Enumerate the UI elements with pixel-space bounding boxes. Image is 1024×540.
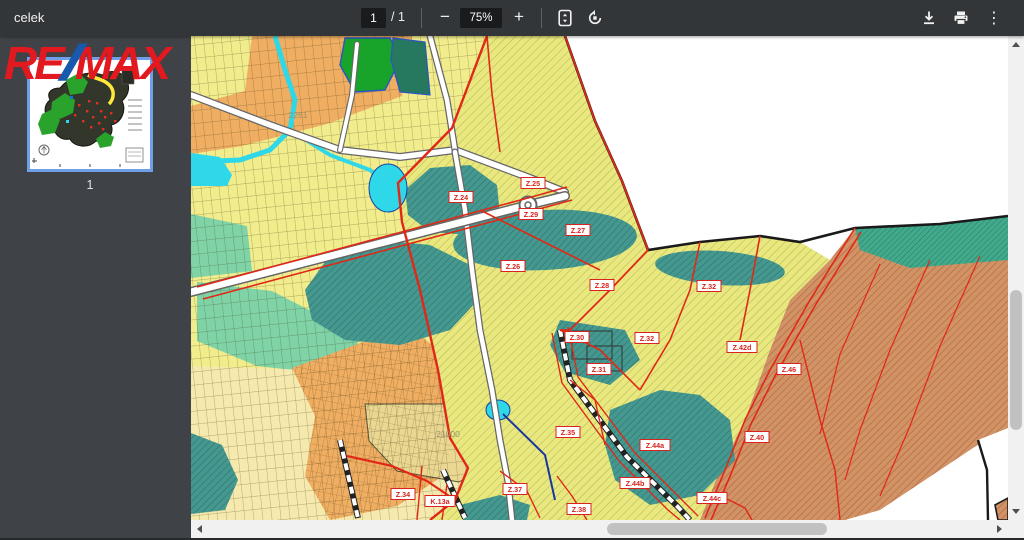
fit-to-page-button[interactable]	[553, 6, 577, 30]
svg-text:Z.38: Z.38	[572, 505, 586, 514]
svg-text:Z.44b: Z.44b	[626, 479, 645, 488]
zoom-in-button[interactable]: +	[507, 6, 531, 30]
svg-text:Z.24: Z.24	[454, 193, 468, 202]
zone-label: Z.27	[566, 225, 590, 236]
zone-label: Z.30	[565, 332, 589, 343]
page-total-label: / 1	[391, 10, 405, 24]
pdf-viewer-app: celek 1 / 1 − 75% +	[0, 0, 1024, 540]
svg-text:Z.32: Z.32	[640, 334, 654, 343]
fit-to-page-icon	[557, 9, 573, 27]
scroll-down-arrow[interactable]	[1012, 509, 1020, 514]
zone-label: Z.26	[501, 261, 525, 272]
more-options-button[interactable]: ⋮	[982, 6, 1006, 30]
remax-logo-max: MAX	[75, 40, 168, 86]
svg-text:Z.26: Z.26	[506, 262, 520, 271]
more-options-icon: ⋮	[986, 8, 1002, 28]
plus-icon: +	[514, 7, 524, 27]
svg-text:Z.31: Z.31	[592, 365, 606, 374]
toolbar-separator	[421, 8, 422, 28]
svg-text:Z.27: Z.27	[571, 226, 585, 235]
svg-text:Z.44a: Z.44a	[646, 441, 665, 450]
svg-text:Z.30: Z.30	[570, 333, 584, 342]
svg-text:Z.34: Z.34	[396, 490, 410, 499]
rotate-counterclockwise-icon	[586, 9, 604, 27]
scroll-left-arrow[interactable]	[197, 525, 202, 533]
scroll-up-arrow[interactable]	[1012, 42, 1020, 47]
svg-text:Z.35: Z.35	[561, 428, 575, 437]
zone-label: Z.42d	[727, 342, 757, 353]
zone-label: Z.31	[587, 364, 611, 375]
zoning-map-page: 2261 21000 Z.24 Z.25 Z.29 Z.27 Z.26 Z.28 Z.32 Z.…	[191, 36, 1008, 520]
download-icon	[921, 10, 937, 26]
scroll-right-arrow[interactable]	[997, 525, 1002, 533]
zone-label: Z.25	[521, 178, 545, 189]
svg-text:Z.42d: Z.42d	[733, 343, 752, 352]
zone-label: Z.34	[391, 489, 415, 500]
svg-text:K.13a: K.13a	[430, 497, 450, 506]
zone-label: Z.38	[567, 504, 591, 515]
thumbnail-sidebar: 1 RE/MAX	[0, 36, 191, 540]
svg-text:Z.25: Z.25	[526, 179, 540, 188]
zone-label: Z.44a	[640, 440, 670, 451]
print-button[interactable]	[949, 6, 973, 30]
zone-label: Z.37	[503, 484, 527, 495]
document-title: celek	[14, 10, 44, 25]
print-icon	[953, 10, 969, 26]
remax-logo-slash: /	[60, 38, 76, 88]
page-number-input[interactable]: 1	[361, 8, 386, 28]
minus-icon: −	[440, 7, 450, 27]
vertical-scrollbar[interactable]	[1008, 36, 1024, 520]
zone-label: Z.28	[590, 280, 614, 291]
horizontal-scrollbar[interactable]	[191, 520, 1008, 538]
zoom-level-display: 75%	[460, 8, 502, 28]
thumbnail-page-number: 1	[27, 178, 153, 192]
svg-text:Z.32: Z.32	[702, 282, 716, 291]
download-button[interactable]	[917, 6, 941, 30]
rotate-button[interactable]	[583, 6, 607, 30]
svg-text:Z.40: Z.40	[750, 433, 764, 442]
zone-label: Z.32	[635, 333, 659, 344]
svg-text:Z.28: Z.28	[595, 281, 609, 290]
zone-label: Z.46	[777, 364, 801, 375]
svg-text:2261: 2261	[289, 110, 308, 120]
remax-logo-re: RE	[4, 40, 62, 86]
pdf-page-area[interactable]: 2261 21000 Z.24 Z.25 Z.29 Z.27 Z.26 Z.28 Z.32 Z.…	[191, 36, 1008, 520]
toolbar-separator	[541, 8, 542, 28]
svg-text:Z.37: Z.37	[508, 485, 522, 494]
pdf-toolbar: celek 1 / 1 − 75% +	[0, 0, 1024, 36]
zone-label: Z.35	[556, 427, 580, 438]
scrollbar-corner	[1008, 520, 1024, 538]
zone-label: K.13a	[425, 496, 455, 507]
zone-label: Z.44c	[697, 493, 727, 504]
vertical-scrollbar-thumb[interactable]	[1010, 290, 1022, 430]
horizontal-scrollbar-thumb[interactable]	[607, 523, 827, 535]
svg-text:21000: 21000	[436, 429, 460, 439]
zone-label: Z.24	[449, 192, 473, 203]
zoom-out-button[interactable]: −	[433, 6, 457, 30]
zone-label: Z.29	[519, 209, 543, 220]
zone-label: Z.40	[745, 432, 769, 443]
svg-text:Z.44c: Z.44c	[703, 494, 721, 503]
zone-label: Z.44b	[620, 478, 650, 489]
remax-logo: RE/MAX	[4, 38, 168, 88]
zone-label: Z.32	[697, 281, 721, 292]
svg-text:Z.29: Z.29	[524, 210, 538, 219]
svg-text:Z.46: Z.46	[782, 365, 796, 374]
